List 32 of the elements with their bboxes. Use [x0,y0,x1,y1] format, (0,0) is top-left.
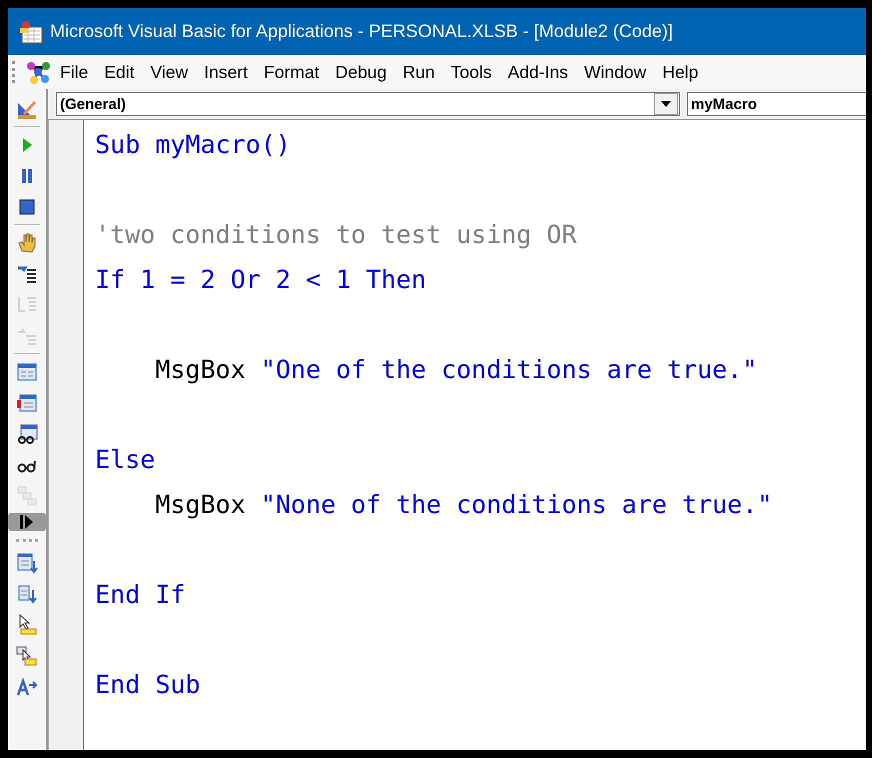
menu-item[interactable]: Format [256,62,328,82]
code-line: If 1 = 2 Or 2 < 1 Then [95,265,426,294]
menu-item[interactable]: Debug [327,62,395,82]
window-title: Microsoft Visual Basic for Applications - PERSONAL.XLSB - [Module2 (Code)] [50,21,673,42]
caret-icon [660,100,672,108]
code-line: MsgBox "One of the conditions are true." [154,355,758,384]
menu-item[interactable]: View [142,62,196,82]
menu-item[interactable]: Insert [196,62,256,82]
menu-item[interactable]: Add-Ins [500,62,576,82]
app-icon [18,18,44,44]
toolbar-grip[interactable] [16,539,38,545]
code-line: End Sub [95,670,200,699]
toolbar-expand-handle[interactable] [8,513,46,531]
dropdown-button[interactable] [654,93,678,115]
window-glasses-icon[interactable] [15,422,39,446]
cursor-field-icon[interactable] [15,644,39,668]
menu-item[interactable]: File [52,62,96,82]
code-line: 'two conditions to test using OR [95,220,577,249]
object-dropdown[interactable]: (General) [56,92,680,116]
menu-item[interactable]: Window [576,62,654,82]
window-down-arrow-icon[interactable] [15,550,39,574]
code-line: End If [95,580,186,609]
procedure-dropdown[interactable]: myMacro [687,92,866,116]
code-line: MsgBox "None of the conditions are true." [154,490,772,519]
toolbar-grip[interactable] [12,61,18,83]
menu-item[interactable]: Tools [442,62,500,82]
code-editor[interactable]: Sub myMacro() 'two conditions to test using OR If 1 = 2 Or 2 < 1 Then MsgBox "One of the conditions are true." Else MsgBox "None of the conditions are true." End If End Sub [84,120,866,750]
menu-item[interactable]: Run [394,62,443,82]
menu-item[interactable]: Edit [96,62,142,82]
code-line: Sub myMacro() [95,130,291,159]
menu-item[interactable]: Help [654,62,706,82]
code-line: Else [95,445,156,474]
